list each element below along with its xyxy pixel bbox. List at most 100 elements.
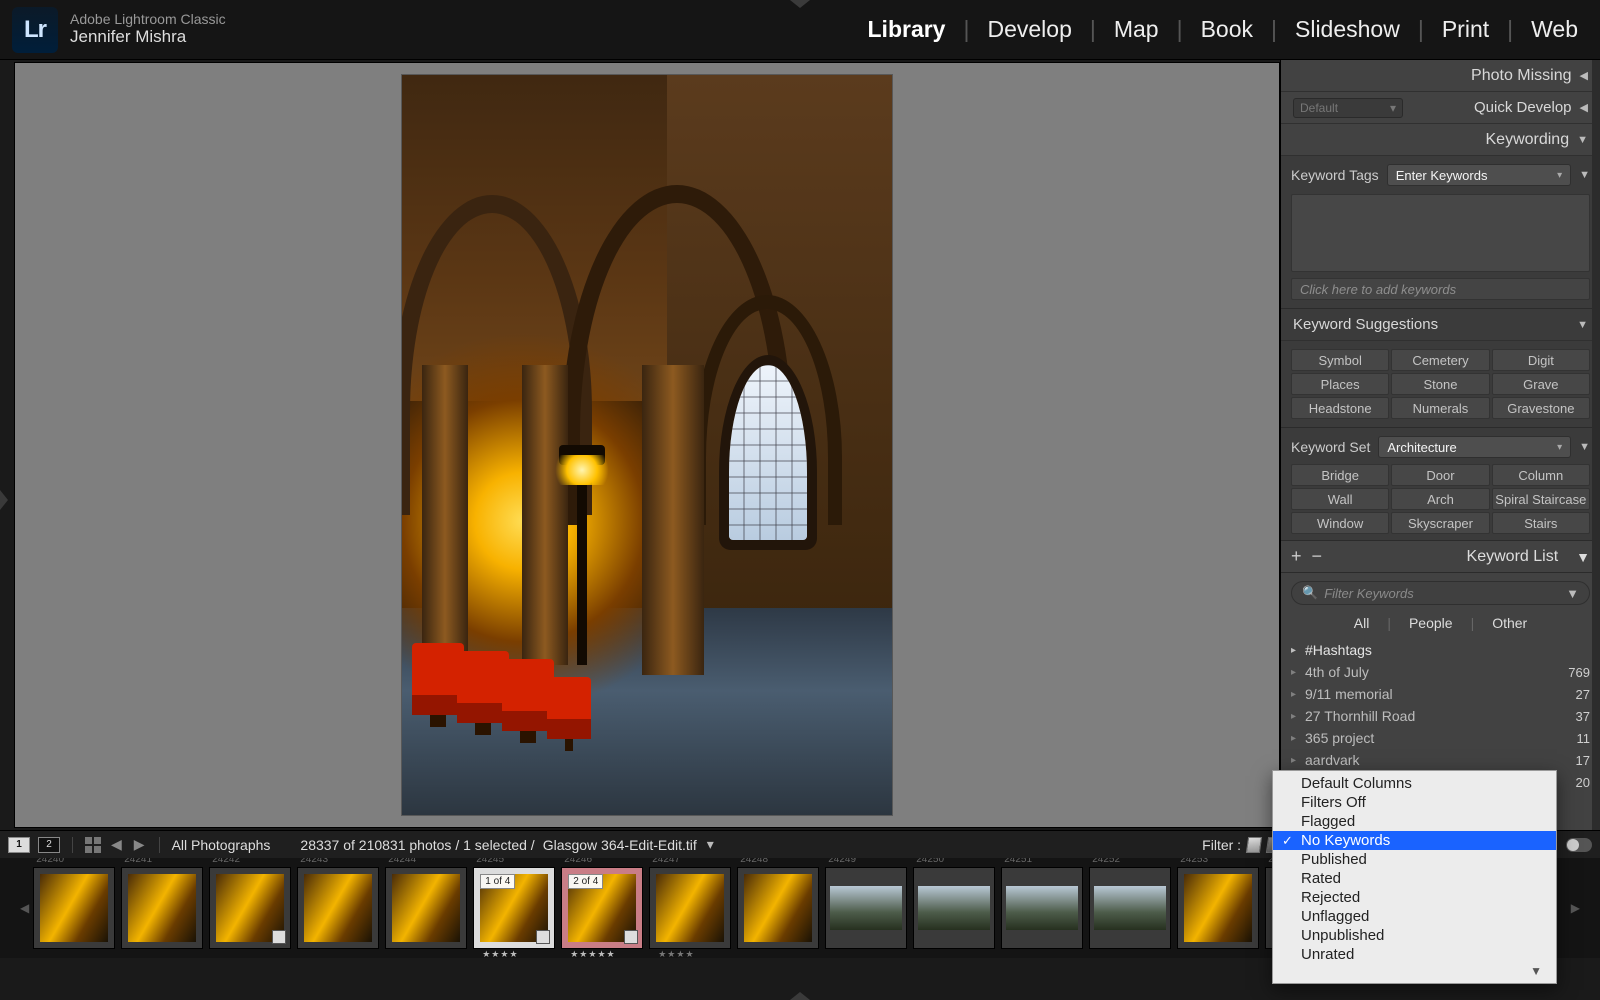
bottom-panel-toggle[interactable] (790, 992, 810, 1000)
module-library[interactable]: Library (864, 16, 950, 43)
panel-quick-develop[interactable]: Default▾ Quick Develop ◀ (1281, 92, 1600, 124)
keyword-list-item[interactable]: ▸9/11 memorial27 (1291, 683, 1590, 705)
keyword-list-item[interactable]: ▸#Hashtags (1291, 639, 1590, 661)
disclosure-icon[interactable]: ▸ (1291, 755, 1305, 766)
thumbnail[interactable]: 24253 (1177, 867, 1259, 949)
disclosure-icon[interactable]: ▸ (1291, 733, 1305, 744)
panel-photo-missing[interactable]: Photo Missing ◀ (1281, 60, 1600, 92)
keyword-tags-mode-select[interactable]: Enter Keywords▾ (1387, 164, 1571, 186)
flag-picked-filter[interactable] (1246, 837, 1262, 853)
quick-develop-preset[interactable]: Default▾ (1293, 98, 1403, 118)
disclosure-icon[interactable]: ▸ (1291, 689, 1305, 700)
module-web[interactable]: Web (1527, 16, 1582, 43)
panel-scrollbar[interactable] (1592, 60, 1600, 830)
menu-item[interactable]: Published (1273, 850, 1556, 869)
top-panel-toggle[interactable] (790, 0, 810, 8)
keyword-chip[interactable]: Cemetery (1391, 349, 1489, 371)
expand-icon[interactable]: ▼ (1579, 169, 1590, 181)
thumbnail[interactable]: 24249 (825, 867, 907, 949)
keyword-chip[interactable]: Stairs (1492, 512, 1590, 534)
module-slideshow[interactable]: Slideshow (1291, 16, 1404, 43)
menu-item[interactable]: Unflagged (1273, 907, 1556, 926)
thumbnail[interactable]: 24243 (297, 867, 379, 949)
stack-badge[interactable]: 1 of 4 (480, 874, 515, 889)
main-window-button[interactable]: 1 (8, 837, 30, 853)
add-keywords-input[interactable]: Click here to add keywords (1291, 278, 1590, 300)
thumbnail[interactable]: 24252 (1089, 867, 1171, 949)
loupe-view[interactable] (14, 62, 1280, 828)
thumb-badge[interactable] (624, 930, 638, 944)
keyword-chip[interactable]: Gravestone (1492, 397, 1590, 419)
thumbnail[interactable]: 24244 (385, 867, 467, 949)
disclosure-icon[interactable]: ▸ (1291, 711, 1305, 722)
expand-icon[interactable]: ▼ (1579, 441, 1590, 453)
panel-keywording[interactable]: Keywording ▼ (1281, 124, 1600, 156)
nav-back-button[interactable]: ◀ (109, 836, 124, 853)
keyword-tab-other[interactable]: Other (1474, 615, 1545, 631)
keyword-chip[interactable]: Headstone (1291, 397, 1389, 419)
thumbnail[interactable]: 24240 (33, 867, 115, 949)
keyword-chip[interactable]: Digit (1492, 349, 1590, 371)
keyword-chip[interactable]: Places (1291, 373, 1389, 395)
menu-item[interactable]: Flagged (1273, 812, 1556, 831)
nav-forward-button[interactable]: ▶ (132, 836, 147, 853)
thumbnail[interactable]: 24242 (209, 867, 291, 949)
thumb-badge[interactable] (536, 930, 550, 944)
keyword-set-select[interactable]: Architecture▾ (1378, 436, 1571, 458)
module-book[interactable]: Book (1197, 16, 1257, 43)
module-develop[interactable]: Develop (983, 16, 1075, 43)
keyword-list-item[interactable]: ▸27 Thornhill Road37 (1291, 705, 1590, 727)
keyword-tags-textarea[interactable] (1291, 194, 1590, 272)
thumbnail[interactable]: 24241 (121, 867, 203, 949)
keyword-chip[interactable]: Bridge (1291, 464, 1389, 486)
thumbnail[interactable]: 242462 of 4★★★★★ (561, 867, 643, 949)
thumbnail[interactable]: 24248 (737, 867, 819, 949)
remove-keyword-button[interactable]: − (1312, 546, 1323, 567)
keyword-chip[interactable]: Arch (1391, 488, 1489, 510)
panel-keyword-suggestions[interactable]: Keyword Suggestions ▼ (1281, 309, 1600, 341)
keyword-chip[interactable]: Wall (1291, 488, 1389, 510)
module-map[interactable]: Map (1110, 16, 1163, 43)
keyword-chip[interactable]: Grave (1492, 373, 1590, 395)
keyword-tab-all[interactable]: All (1336, 615, 1388, 631)
expand-icon[interactable]: ▼ (1566, 586, 1579, 601)
keyword-chip[interactable]: Column (1492, 464, 1590, 486)
menu-item[interactable]: Unrated (1273, 945, 1556, 964)
thumbnail[interactable]: 24251 (1001, 867, 1083, 949)
add-keyword-button[interactable]: + (1291, 546, 1302, 567)
menu-item[interactable]: Rejected (1273, 888, 1556, 907)
menu-item[interactable]: Rated (1273, 869, 1556, 888)
second-window-button[interactable]: 2 (38, 837, 60, 853)
filter-lock-switch[interactable] (1566, 838, 1592, 852)
filename-menu[interactable]: ▾ (705, 836, 716, 853)
filter-keywords-input[interactable]: 🔍 Filter Keywords ▼ (1291, 581, 1590, 605)
keyword-chip[interactable]: Numerals (1391, 397, 1489, 419)
keyword-chip[interactable]: Spiral Staircase (1492, 488, 1590, 510)
keyword-chip[interactable]: Window (1291, 512, 1389, 534)
keyword-chip[interactable]: Stone (1391, 373, 1489, 395)
keyword-list-item[interactable]: ▸4th of July769 (1291, 661, 1590, 683)
module-print[interactable]: Print (1438, 16, 1493, 43)
keyword-chip[interactable]: Symbol (1291, 349, 1389, 371)
disclosure-icon[interactable]: ▸ (1291, 667, 1305, 678)
keyword-chip[interactable]: Door (1391, 464, 1489, 486)
thumbnail[interactable]: 24250 (913, 867, 995, 949)
left-panel-toggle[interactable] (0, 490, 8, 510)
source-label[interactable]: All Photographs (172, 837, 271, 853)
keyword-chip[interactable]: Skyscraper (1391, 512, 1489, 534)
menu-item[interactable]: No Keywords (1273, 831, 1556, 850)
thumb-badge[interactable] (272, 930, 286, 944)
menu-item[interactable]: Filters Off (1273, 793, 1556, 812)
thumbnail[interactable]: 242451 of 4★★★★ (473, 867, 555, 949)
menu-more-icon[interactable]: ▼ (1273, 964, 1556, 980)
keyword-list-item[interactable]: ▸aardvark17 (1291, 749, 1590, 771)
thumbnail[interactable]: 24247★★★★ (649, 867, 731, 949)
menu-item[interactable]: Default Columns (1273, 774, 1556, 793)
keyword-tab-people[interactable]: People (1391, 615, 1471, 631)
filmstrip-right-arrow[interactable]: ▶ (1567, 901, 1584, 915)
stack-badge[interactable]: 2 of 4 (568, 874, 603, 889)
disclosure-icon[interactable]: ▸ (1291, 645, 1305, 656)
filmstrip-left-arrow[interactable]: ◀ (16, 901, 33, 915)
menu-item[interactable]: Unpublished (1273, 926, 1556, 945)
keyword-list-item[interactable]: ▸365 project11 (1291, 727, 1590, 749)
